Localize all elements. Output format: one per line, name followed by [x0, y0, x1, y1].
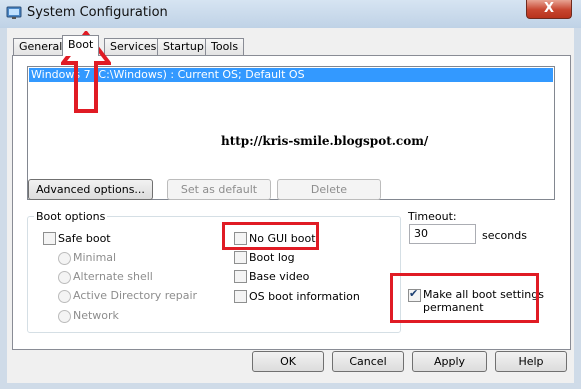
timeout-unit: seconds: [482, 229, 527, 242]
os-boot-information-label: OS boot information: [249, 290, 360, 303]
tab-boot[interactable]: Boot: [62, 35, 100, 56]
timeout-input[interactable]: 30: [409, 224, 476, 244]
alternate-shell-label: Alternate shell: [73, 270, 153, 283]
safe-boot-checkbox[interactable]: [43, 232, 56, 245]
network-radio[interactable]: [58, 310, 71, 323]
active-directory-repair-label: Active Directory repair: [73, 289, 198, 302]
tab-tools[interactable]: Tools: [205, 38, 245, 55]
network-label: Network: [73, 309, 119, 322]
help-button[interactable]: Help: [495, 351, 567, 372]
delete-button[interactable]: Delete: [277, 179, 381, 200]
minimal-radio[interactable]: [58, 252, 71, 265]
os-boot-information-checkbox[interactable]: [234, 290, 247, 303]
cancel-button[interactable]: Cancel: [332, 351, 404, 372]
safe-boot-label: Safe boot: [58, 232, 111, 245]
apply-button[interactable]: Apply: [412, 351, 487, 372]
alternate-shell-radio[interactable]: [58, 271, 71, 284]
set-as-default-button[interactable]: Set as default: [167, 179, 271, 200]
active-directory-repair-radio[interactable]: [58, 290, 71, 303]
dialog-client: General Boot Services Startup Tools Wind…: [7, 28, 574, 383]
boot-options-label: Boot options: [34, 210, 108, 223]
advanced-options-button[interactable]: Advanced options...: [28, 179, 153, 200]
system-config-icon: [6, 6, 22, 19]
base-video-label: Base video: [249, 270, 310, 283]
window-title: System Configuration: [27, 5, 168, 20]
tab-startup[interactable]: Startup: [157, 38, 210, 55]
close-button[interactable]: X: [526, 0, 572, 19]
watermark-url: http://kris-smile.blogspot.com/: [221, 134, 429, 148]
timeout-label: Timeout:: [408, 210, 457, 223]
title-bar: System Configuration X: [0, 0, 581, 28]
tab-services[interactable]: Services: [104, 38, 163, 55]
annotation-box-make-permanent: [390, 273, 539, 323]
base-video-checkbox[interactable]: [234, 270, 247, 283]
minimal-label: Minimal: [73, 251, 117, 264]
boot-log-checkbox[interactable]: [234, 251, 247, 264]
ok-button[interactable]: OK: [252, 351, 324, 372]
boot-log-label: Boot log: [249, 251, 295, 264]
annotation-box-no-gui-boot: [222, 222, 319, 250]
